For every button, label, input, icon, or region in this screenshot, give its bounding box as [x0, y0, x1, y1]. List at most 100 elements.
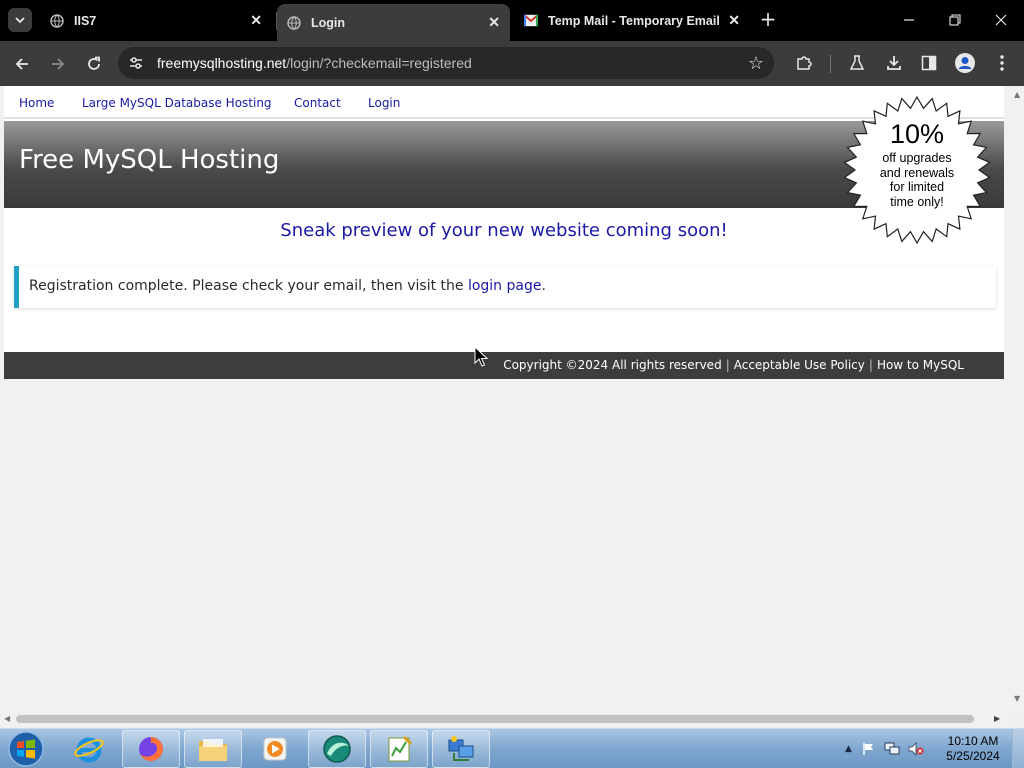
nav-large-mysql-hosting[interactable]: Large MySQL Database Hosting — [82, 96, 272, 110]
close-tab-icon[interactable]: ✕ — [488, 14, 500, 31]
folder-icon — [199, 739, 227, 761]
nav-contact[interactable]: Contact — [294, 96, 341, 110]
side-panel-button[interactable] — [918, 52, 940, 74]
horizontal-scrollbar[interactable]: ◀ ▶ — [0, 712, 1012, 726]
registration-notice: Registration complete. Please check your… — [14, 266, 996, 308]
arrow-left-icon — [15, 58, 28, 70]
scroll-left-arrow-icon[interactable]: ◀ — [4, 714, 10, 723]
tab-title: Temp Mail - Temporary Email — [548, 13, 720, 28]
scroll-down-arrow-icon[interactable]: ▼ — [1014, 694, 1020, 703]
notice-message: Registration complete. Please check your… — [29, 278, 546, 294]
nav-home[interactable]: Home — [19, 96, 54, 110]
taskbar-app-sphere[interactable] — [308, 730, 366, 768]
horizontal-scroll-thumb[interactable] — [16, 715, 974, 723]
windows-taskbar: ▲ 10:10 AM 5/25/2024 — [0, 728, 1024, 768]
chevron-down-icon — [15, 17, 25, 24]
vertical-scrollbar[interactable]: ▲ ▼ — [1012, 86, 1024, 712]
how-to-mysql-link[interactable]: How to MySQL — [877, 358, 964, 372]
system-tray: ▲ — [845, 729, 924, 768]
close-window-button[interactable] — [989, 8, 1013, 32]
network-icon[interactable] — [884, 742, 900, 756]
taskbar-file-explorer[interactable] — [184, 730, 242, 768]
notice-suffix: . — [541, 278, 546, 294]
extensions-button[interactable] — [793, 52, 815, 74]
show-desktop-button[interactable] — [1012, 729, 1024, 768]
reload-icon — [88, 56, 100, 70]
tab-title: IIS7 — [74, 13, 97, 28]
tab-login[interactable]: Login ✕ — [277, 4, 510, 41]
url-text: freemysqlhosting.net/login/?checkemail=r… — [157, 55, 472, 71]
scroll-up-arrow-icon[interactable]: ▲ — [1014, 90, 1020, 99]
puzzle-icon — [797, 56, 812, 70]
back-button[interactable] — [10, 52, 34, 76]
notice-text: Registration complete. Please check your… — [29, 278, 468, 294]
close-icon — [995, 14, 1007, 26]
sneak-preview-heading: Sneak preview of your new website coming… — [280, 220, 728, 241]
promo-percent: 10% — [889, 119, 945, 149]
login-page-link[interactable]: login page — [468, 278, 542, 294]
globe-icon — [50, 13, 64, 28]
gmail-icon — [524, 14, 538, 28]
close-tab-icon[interactable]: ✕ — [250, 12, 262, 29]
tab-search-button[interactable] — [8, 8, 32, 32]
acceptable-use-link[interactable]: Acceptable Use Policy — [734, 358, 865, 372]
show-hidden-icons-icon[interactable]: ▲ — [845, 744, 852, 754]
app-sphere-icon — [323, 735, 351, 763]
browser-toolbar: freemysqlhosting.net/login/?checkemail=r… — [0, 41, 1024, 86]
tab-temp-mail[interactable]: Temp Mail - Temporary Email ✕ — [514, 4, 750, 37]
start-button[interactable] — [6, 730, 46, 768]
action-center-flag-icon[interactable] — [862, 742, 876, 756]
kebab-menu-icon — [1000, 55, 1004, 71]
tab-iis7[interactable]: IIS7 ✕ — [40, 4, 272, 37]
restore-button[interactable] — [943, 8, 967, 32]
close-tab-icon[interactable]: ✕ — [728, 12, 740, 29]
flask-icon — [849, 55, 865, 70]
promo-line: time only! — [890, 194, 944, 209]
taskbar-media-player[interactable] — [246, 730, 304, 768]
tab-strip: IIS7 ✕ Login ✕ Temp Mail - Temporary Ema… — [0, 0, 1024, 41]
taskbar-notepad-app[interactable] — [370, 730, 428, 768]
mouse-cursor-icon — [474, 346, 488, 367]
taskbar-internet-explorer[interactable] — [60, 730, 118, 768]
site-settings-icon[interactable] — [128, 55, 144, 71]
web-page: Home Large MySQL Database Hosting Contac… — [0, 86, 1012, 712]
downloads-button[interactable] — [883, 52, 905, 74]
media-player-icon — [263, 737, 287, 761]
url-host: freemysqlhosting.net — [157, 55, 287, 71]
minimize-button[interactable] — [897, 8, 921, 32]
nav-login[interactable]: Login — [368, 96, 400, 110]
globe-icon — [287, 15, 301, 30]
arrow-right-icon — [52, 58, 65, 70]
internet-explorer-icon — [74, 737, 104, 763]
address-bar[interactable]: freemysqlhosting.net/login/?checkemail=r… — [118, 47, 774, 79]
site-footer: Copyright ©2024 All rights reserved | Acce… — [4, 352, 1004, 379]
reload-button[interactable] — [82, 52, 106, 76]
download-icon — [887, 56, 901, 70]
site-brand[interactable]: Free MySQL Hosting — [19, 145, 279, 175]
new-tab-button[interactable]: + — [758, 9, 778, 29]
bookmark-star-icon[interactable]: ☆ — [748, 53, 764, 74]
taskbar-clock[interactable]: 10:10 AM 5/25/2024 — [934, 734, 1012, 764]
toolbar-divider — [830, 55, 831, 73]
avatar-icon — [955, 53, 975, 73]
clock-date: 5/25/2024 — [946, 749, 1000, 763]
notepad-chart-icon — [388, 735, 413, 762]
menu-button[interactable] — [991, 52, 1013, 74]
forward-button[interactable] — [46, 52, 70, 76]
speaker-muted-icon[interactable] — [908, 742, 924, 756]
windows-orb-icon — [8, 731, 44, 767]
promo-line: and renewals — [879, 165, 955, 180]
scroll-right-arrow-icon[interactable]: ▶ — [994, 714, 1000, 723]
network-shield-icon — [448, 736, 474, 761]
footer-links: Copyright ©2024 All rights reserved | Acce… — [503, 358, 964, 372]
side-panel-icon — [921, 55, 937, 71]
tab-title: Login — [311, 15, 346, 30]
taskbar-firefox[interactable] — [122, 730, 180, 768]
labs-button[interactable] — [846, 52, 868, 74]
minimize-icon — [904, 19, 914, 21]
promo-line: for limited — [889, 180, 945, 194]
promo-line: off upgrades — [882, 151, 952, 165]
firefox-icon — [139, 737, 163, 761]
profile-button[interactable] — [954, 52, 976, 74]
taskbar-network-app[interactable] — [432, 730, 490, 768]
